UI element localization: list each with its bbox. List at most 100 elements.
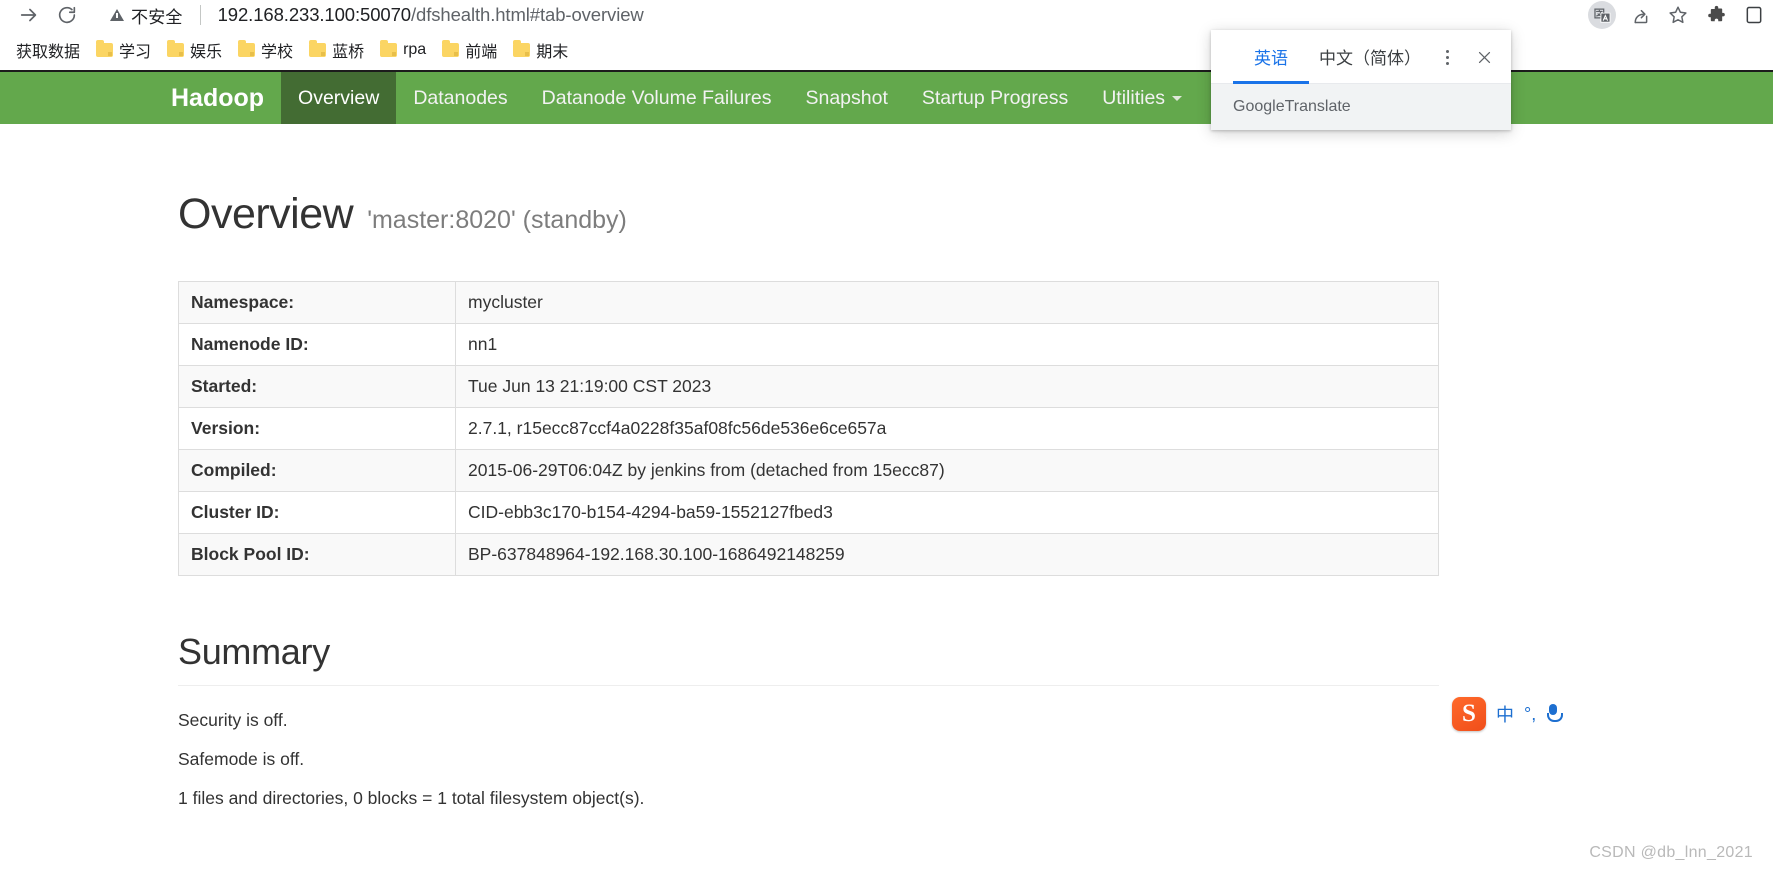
kebab-dot [1445,49,1449,53]
warning-triangle-icon [110,9,124,21]
bookmark-item[interactable]: 前端 [434,35,505,65]
row-key: Namenode ID: [178,323,456,366]
sogou-ime-toolbar[interactable]: S 中 °, [1452,697,1594,731]
address-bar-url[interactable]: 192.168.233.100:50070/dfshealth.html#tab… [218,4,644,26]
bookmark-item[interactable]: 蓝桥 [301,35,372,65]
kebab-dot [1445,61,1449,65]
translate-close-button[interactable] [1471,44,1497,70]
hadoop-brand[interactable]: Hadoop [171,72,281,124]
microphone-icon [1546,704,1564,724]
table-row: Version: 2.7.1, r15ecc87ccf4a0228f35af08… [178,407,1439,450]
page-header: Overview 'master:8020' (standby) [178,190,1595,239]
table-row: Namespace: mycluster [178,281,1439,324]
extensions-puzzle-icon [1707,5,1725,21]
nav-tab-utilities[interactable]: Utilities [1085,72,1199,124]
extensions-button[interactable] [1697,0,1735,30]
omnibox-row: 不安全 192.168.233.100:50070/dfshealth.html… [0,0,1773,30]
row-value: nn1 [455,323,1439,366]
bookmark-label: rpa [403,41,427,58]
row-key: Started: [178,365,456,408]
ime-punctuation-toggle[interactable]: °, [1524,704,1536,725]
row-key: Block Pool ID: [178,533,456,576]
forward-button[interactable] [14,0,44,30]
nav-tab-overview[interactable]: Overview [281,72,397,124]
row-value: BP-637848964-192.168.30.100-168649214825… [455,533,1439,576]
ime-mode-toggle[interactable]: 中 [1496,701,1514,727]
row-key: Namespace: [178,281,456,324]
chevron-down-icon [1172,95,1183,101]
page-subtitle: 'master:8020' (standby) [367,206,627,234]
bookmark-item[interactable]: 获取数据 [8,35,88,65]
bookmark-label: 期末 [536,44,569,61]
bookmark-item[interactable]: 期末 [505,35,576,65]
row-value: 2015-06-29T06:04Z by jenkins from (detac… [455,449,1439,492]
bookmark-item[interactable]: rpa [372,38,434,62]
row-key: Cluster ID: [178,491,456,534]
navbar-items: Hadoop Overview Datanodes Datanode Volum… [171,72,1199,124]
bookmark-star-icon [1669,6,1687,24]
row-value: Tue Jun 13 21:19:00 CST 2023 [455,365,1439,408]
table-row: Block Pool ID: BP-637848964-192.168.30.1… [178,533,1439,576]
omnibox-divider [199,5,201,25]
page-title: Overview [178,190,354,238]
nav-label: Startup Progress [921,86,1069,109]
browser-toolbar-icons [1583,0,1773,30]
row-key: Compiled: [178,449,456,492]
bookmark-item[interactable]: 学校 [230,35,301,65]
security-label: 不安全 [131,7,183,27]
bookmark-item[interactable]: 娱乐 [159,35,230,65]
table-row: Namenode ID: nn1 [178,323,1439,366]
summary-safemode-line: Safemode is off. [178,749,305,769]
folder-icon [96,40,114,57]
translate-popup: 英语 中文（简体） Google Translate [1211,30,1511,130]
nav-tab-datanodes[interactable]: Datanodes [396,72,524,124]
folder-icon [167,40,185,57]
row-key: Version: [178,407,456,450]
url-path: /dfshealth.html#tab-overview [410,4,644,25]
bookmark-label: 获取数据 [16,44,81,61]
tab-target-language[interactable]: 中文（简体） [1309,30,1431,84]
row-value: mycluster [455,281,1439,324]
translate-brand-label: Translate [1284,98,1351,115]
google-brand-label: Google [1233,98,1285,115]
nav-label: Overview [298,86,380,109]
row-value: 2.7.1, r15ecc87ccf4a0228f35af08fc56de536… [455,407,1439,450]
table-row: Started: Tue Jun 13 21:19:00 CST 2023 [178,365,1439,408]
translate-footer: Google Translate [1211,84,1511,130]
bookmark-label: 学校 [261,44,294,61]
close-icon [1478,51,1490,63]
profile-button[interactable] [1735,0,1773,30]
bookmark-label: 前端 [465,44,498,61]
folder-icon [309,40,327,57]
translate-button[interactable] [1583,0,1621,30]
table-row: Compiled: 2015-06-29T06:04Z by jenkins f… [178,449,1439,492]
row-value: CID-ebb3c170-b154-4294-ba59-1552127fbed3 [455,491,1439,534]
tab-source-language[interactable]: 英语 [1233,30,1309,84]
translate-tabs: 英语 中文（简体） [1211,30,1511,84]
translate-options-button[interactable] [1435,45,1459,69]
bookmark-button[interactable] [1659,0,1697,30]
share-button[interactable] [1621,0,1659,30]
sogou-logo-icon[interactable]: S [1452,697,1486,731]
bookmark-label: 学习 [119,44,152,61]
ime-voice-button[interactable] [1546,704,1564,724]
url-host: 192.168.233.100:50070 [217,4,411,25]
folder-icon [513,40,531,57]
nav-label: Datanode Volume Failures [541,86,772,109]
summary-security-line: Security is off. [178,710,288,730]
summary-filesystem-line: 1 files and directories, 0 blocks = 1 to… [178,788,645,808]
nav-tab-snapshot[interactable]: Snapshot [788,72,904,124]
nav-label: Datanodes [413,86,508,109]
translate-icon [1593,8,1610,23]
nav-tab-startup-progress[interactable]: Startup Progress [905,72,1085,124]
nav-tab-datanode-volume-failures[interactable]: Datanode Volume Failures [525,72,789,124]
folder-icon [238,40,256,57]
arrow-right-icon [20,8,37,22]
folder-icon [380,40,398,57]
bookmark-label: 娱乐 [190,44,223,61]
bookmark-item[interactable]: 学习 [88,35,159,65]
site-security-chip[interactable]: 不安全 192.168.233.100:50070/dfshealth.html… [110,0,644,30]
kebab-dot [1445,55,1449,59]
reload-icon [58,6,76,24]
reload-button[interactable] [52,0,82,30]
